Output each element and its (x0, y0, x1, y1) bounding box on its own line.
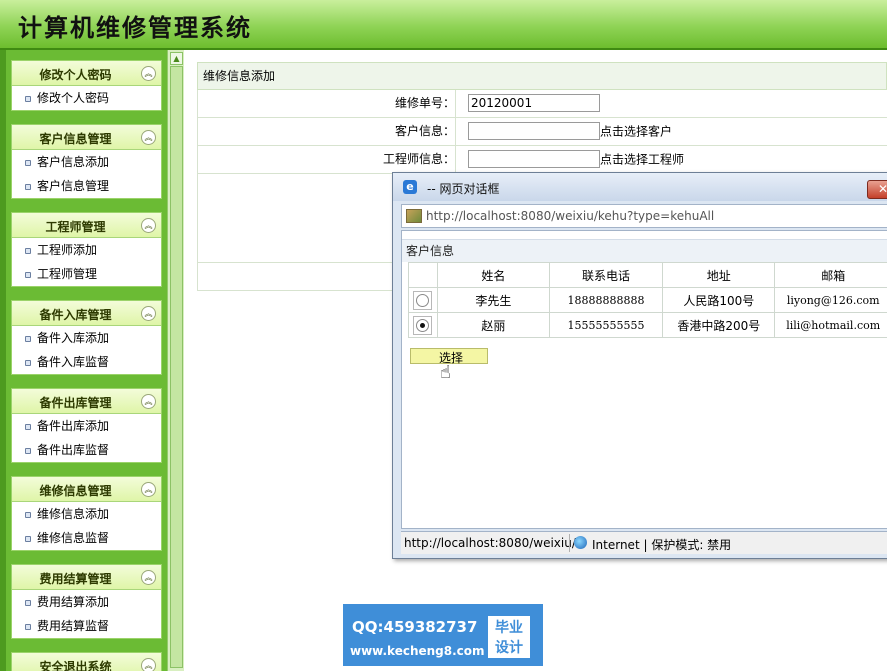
customer-info-caption: 客户信息 (402, 239, 887, 262)
panel-change-password: 修改个人密码 ︽ 修改个人密码 (11, 60, 162, 111)
collapse-icon[interactable]: ︽ (141, 66, 156, 81)
collapse-icon[interactable]: ︽ (141, 306, 156, 321)
table-row: 赵丽 15555555555 香港中路200号 lili@hotmail.com (408, 312, 887, 338)
col-email: 邮箱 (774, 262, 887, 288)
table-row: 李先生 18888888888 人民路100号 liyong@126.com (408, 287, 887, 313)
scroll-up-icon[interactable]: ▲ (170, 52, 183, 65)
app-title: 计算机维修管理系统 (18, 14, 252, 42)
form-caption: 维修信息添加 (197, 62, 887, 90)
collapse-icon[interactable]: ︽ (141, 130, 156, 145)
col-address: 地址 (662, 262, 776, 288)
dialog-url: http://localhost:8080/weixiu/kehu?type=k… (426, 209, 715, 223)
sidebar-scrollbar[interactable]: ▲ (167, 50, 184, 671)
panel-header[interactable]: 备件出库管理 ︽ (12, 389, 161, 414)
hand-cursor-icon: ☝ (440, 362, 451, 383)
panel-engineer: 工程师管理 ︽ 工程师添加 工程师管理 (11, 212, 162, 287)
panel-customer: 客户信息管理 ︽ 客户信息添加 客户信息管理 (11, 124, 162, 199)
row-customer: 客户信息： 点击选择客户 (197, 118, 887, 146)
bullet-icon (25, 160, 31, 166)
bullet-icon (25, 272, 31, 278)
row-engineer: 工程师信息： 点击选择工程师 (197, 146, 887, 174)
col-phone: 联系电话 (548, 262, 664, 288)
bullet-icon (25, 624, 31, 630)
panel-header[interactable]: 客户信息管理 ︽ (12, 125, 161, 150)
sidebar-item-billing-supervise[interactable]: 费用结算监督 (12, 614, 161, 638)
engineer-input[interactable] (468, 150, 600, 168)
panel-header[interactable]: 工程师管理 ︽ (12, 213, 161, 238)
dialog-address-bar: http://localhost:8080/weixiu/kehu?type=k… (401, 204, 887, 228)
web-dialog: e -- 网页对话框 ✕ http://localhost:8080/weixi… (392, 172, 887, 559)
panel-header[interactable]: 备件入库管理 ︽ (12, 301, 161, 326)
sidebar-item-billing-add[interactable]: 费用结算添加 (12, 590, 161, 614)
dialog-content: 客户信息 姓名 联系电话 地址 邮箱 李先生 18888888888 人民路10… (401, 230, 887, 529)
sidebar-item-parts-in-add[interactable]: 备件入库添加 (12, 326, 161, 350)
scroll-thumb[interactable] (170, 66, 183, 668)
bullet-icon (25, 448, 31, 454)
panel-header[interactable]: 修改个人密码 ︽ (12, 61, 161, 86)
ie-icon: e (403, 180, 417, 194)
select-customer-link[interactable]: 点击选择客户 (600, 125, 672, 139)
select-engineer-link[interactable]: 点击选择工程师 (600, 153, 684, 167)
sidebar-item-parts-out-add[interactable]: 备件出库添加 (12, 414, 161, 438)
globe-icon (574, 536, 587, 549)
bullet-icon (25, 424, 31, 430)
watermark: QQ:459382737 www.kecheng8.com 毕业 设计 (343, 604, 543, 666)
col-name: 姓名 (436, 262, 550, 288)
customer-input[interactable] (468, 122, 600, 140)
sidebar-item-customer-add[interactable]: 客户信息添加 (12, 150, 161, 174)
watermark-site: www.kecheng8.com (350, 644, 485, 658)
sidebar-item-parts-out-supervise[interactable]: 备件出库监督 (12, 438, 161, 462)
row-radio[interactable] (416, 318, 430, 332)
bullet-icon (25, 184, 31, 190)
bullet-icon (25, 600, 31, 606)
collapse-icon[interactable]: ︽ (141, 394, 156, 409)
customer-label: 客户信息： (198, 118, 456, 145)
panel-header[interactable]: 费用结算管理 ︽ (12, 565, 161, 590)
app-header: 计算机维修管理系统 (0, 0, 887, 50)
engineer-label: 工程师信息： (198, 146, 456, 173)
sidebar: ▲ 修改个人密码 ︽ 修改个人密码 客户信息管理 ︽ 客户信息添加 客户信息管理 工… (0, 50, 184, 671)
collapse-icon[interactable]: ︽ (141, 482, 156, 497)
panel-header[interactable]: 维修信息管理 ︽ (12, 477, 161, 502)
sidebar-item-customer-manage[interactable]: 客户信息管理 (12, 174, 161, 198)
close-button[interactable]: ✕ (867, 180, 887, 199)
collapse-icon[interactable]: ︽ (141, 658, 156, 671)
watermark-badge: 毕业 设计 (488, 616, 530, 658)
sidebar-item-parts-in-supervise[interactable]: 备件入库监督 (12, 350, 161, 374)
panel-parts-out: 备件出库管理 ︽ 备件出库添加 备件出库监督 (11, 388, 162, 463)
panel-billing: 费用结算管理 ︽ 费用结算添加 费用结算监督 (11, 564, 162, 639)
sidebar-item-change-password[interactable]: 修改个人密码 (12, 86, 161, 110)
dialog-statusbar: http://localhost:8080/weixiu/ Internet |… (401, 531, 887, 554)
collapse-icon[interactable]: ︽ (141, 218, 156, 233)
table-header-row: 姓名 联系电话 地址 邮箱 (408, 262, 887, 288)
bullet-icon (25, 336, 31, 342)
panel-parts-in: 备件入库管理 ︽ 备件入库添加 备件入库监督 (11, 300, 162, 375)
dialog-title: -- 网页对话框 (427, 182, 500, 196)
sidebar-item-repair-add[interactable]: 维修信息添加 (12, 502, 161, 526)
sidebar-item-engineer-add[interactable]: 工程师添加 (12, 238, 161, 262)
bullet-icon (25, 96, 31, 102)
sidebar-item-engineer-manage[interactable]: 工程师管理 (12, 262, 161, 286)
collapse-icon[interactable]: ︽ (141, 570, 156, 585)
row-order-no: 维修单号： (197, 90, 887, 118)
bullet-icon (25, 360, 31, 366)
customer-table: 姓名 联系电话 地址 邮箱 李先生 18888888888 人民路100号 li… (408, 262, 887, 338)
panel-header[interactable]: 安全退出系统 ︽ (12, 653, 161, 671)
sidebar-item-repair-supervise[interactable]: 维修信息监督 (12, 526, 161, 550)
bullet-icon (25, 512, 31, 518)
order-no-label: 维修单号： (198, 90, 456, 117)
panel-repair: 维修信息管理 ︽ 维修信息添加 维修信息监督 (11, 476, 162, 551)
page-icon (406, 209, 422, 223)
status-url: http://localhost:8080/weixiu/ (404, 536, 576, 550)
watermark-qq: QQ:459382737 (352, 618, 478, 636)
order-no-input[interactable] (468, 94, 600, 112)
bullet-icon (25, 536, 31, 542)
dialog-titlebar: e -- 网页对话框 ✕ (393, 173, 887, 201)
status-zone: Internet | 保护模式: 禁用 (592, 538, 732, 552)
row-radio[interactable] (416, 293, 430, 307)
panel-logout: 安全退出系统 ︽ (11, 652, 162, 671)
bullet-icon (25, 248, 31, 254)
